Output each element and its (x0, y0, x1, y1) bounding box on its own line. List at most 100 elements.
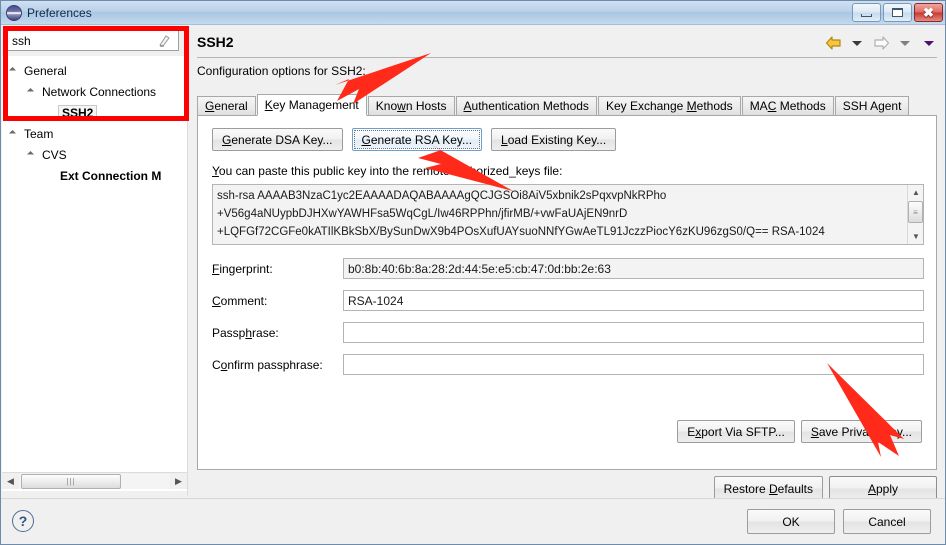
tree-item-ssh2[interactable]: SSH2 (2, 102, 187, 123)
comment-label: Comment: (212, 294, 343, 308)
minimize-button[interactable] (852, 3, 881, 22)
window-title: Preferences (27, 6, 92, 20)
back-arrow-icon (825, 36, 842, 50)
tree-item-general[interactable]: General (2, 60, 187, 81)
tree-item-ext-connection-m[interactable]: Ext Connection M (2, 165, 187, 186)
passphrase-row: Passphrase: (212, 322, 924, 343)
tab-general[interactable]: General (197, 96, 256, 116)
page-subtitle: Configuration options for SSH2: (197, 64, 366, 78)
close-icon: ✖ (923, 6, 934, 19)
back-button[interactable] (823, 34, 843, 52)
save-private-key-button[interactable]: Save Private Key... (801, 420, 922, 443)
navigation-bar (823, 34, 939, 52)
maximize-icon (892, 8, 903, 17)
tree-item-label: Ext Connection M (58, 169, 161, 183)
tree-item-cvs[interactable]: CVS (2, 144, 187, 165)
expand-triangle-icon[interactable] (6, 126, 22, 142)
scroll-down-icon[interactable]: ▼ (908, 229, 924, 244)
paste-key-label: You can paste this public key into the r… (212, 164, 562, 178)
fingerprint-row: Fingerprint: (212, 258, 924, 279)
tree-indent-spacer (42, 105, 58, 121)
tree-item-label: SSH2 (58, 105, 97, 121)
tree-item-label: CVS (40, 148, 67, 162)
preferences-right-panel: SSH2 Configuration optio (189, 26, 945, 496)
key-generation-buttons: Generate DSA Key... Generate RSA Key... … (212, 128, 616, 151)
tab-known-hosts[interactable]: Known Hosts (368, 96, 455, 116)
close-button[interactable]: ✖ (914, 3, 943, 22)
expand-triangle-icon[interactable] (24, 84, 40, 100)
comment-input[interactable] (343, 290, 924, 311)
scroll-right-icon[interactable]: ▶ (170, 473, 187, 489)
comment-row: Comment: (212, 290, 924, 311)
tree-indent-spacer (42, 168, 58, 184)
vscroll-thumb[interactable]: ≡ (908, 201, 923, 223)
filter-box[interactable] (7, 30, 179, 51)
caret-down-icon (900, 41, 910, 46)
minimize-icon (861, 14, 872, 17)
key-action-buttons: Export Via SFTP... Save Private Key... (677, 420, 922, 443)
view-menu-button[interactable] (919, 34, 939, 52)
tab-mac-methods[interactable]: MAC Methods (742, 96, 834, 116)
tab-strip: General Key Management Known Hosts Authenti… (197, 94, 937, 116)
passphrase-input[interactable] (343, 322, 924, 343)
title-bar: Preferences ✖ (1, 1, 945, 25)
preferences-tree[interactable]: GeneralNetwork Connections SSH2 Team CVS Ext… (2, 56, 187, 491)
preferences-dialog: Preferences ✖ GeneralNetwork (0, 0, 946, 545)
tab-label: MAC Methods (750, 99, 826, 113)
confirm-passphrase-input[interactable] (343, 354, 924, 375)
export-via-sftp-button[interactable]: Export Via SFTP... (677, 420, 795, 443)
load-existing-key-button[interactable]: Load Existing Key... (491, 128, 616, 151)
hscroll-thumb[interactable]: ||| (21, 474, 121, 489)
dialog-footer: ? OK Cancel (1, 499, 945, 544)
scroll-left-icon[interactable]: ◀ (2, 473, 19, 489)
tab-label: SSH Agent (843, 99, 902, 113)
public-key-vertical-scrollbar[interactable]: ▲ ≡ ▼ (907, 185, 923, 244)
ok-button[interactable]: OK (747, 509, 835, 534)
tab-key-exchange-methods[interactable]: Key Exchange Methods (598, 96, 741, 116)
tab-label: General (205, 99, 248, 113)
tab-key-management[interactable]: Key Management (257, 94, 367, 116)
preferences-icon (6, 5, 22, 21)
scroll-up-icon[interactable]: ▲ (908, 185, 924, 200)
help-icon[interactable]: ? (12, 510, 34, 532)
public-key-text: ssh-rsa AAAAB3NzaC1yc2EAAAADAQABAAAAgQCJ… (217, 187, 901, 241)
tab-label: Key Management (265, 98, 359, 112)
filter-input[interactable] (10, 32, 156, 49)
back-history-button[interactable] (847, 34, 867, 52)
panel-divider (187, 26, 188, 496)
clear-filter-icon[interactable] (156, 33, 172, 49)
caret-down-icon (852, 41, 862, 46)
tab-authentication-methods[interactable]: Authentication Methods (456, 96, 597, 116)
generate-dsa-label: enerate DSA Key... (231, 133, 332, 147)
dialog-buttons: OK Cancel (747, 509, 931, 534)
tab-label: Authentication Methods (464, 99, 589, 113)
preferences-left-panel: GeneralNetwork Connections SSH2 Team CVS Ext… (2, 26, 188, 496)
hscroll-track[interactable]: ||| (19, 474, 170, 489)
key-management-panel: Generate DSA Key... Generate RSA Key... … (197, 115, 937, 470)
tree-items: GeneralNetwork Connections SSH2 Team CVS Ext… (2, 56, 187, 186)
passphrase-label: Passphrase: (212, 326, 343, 340)
forward-history-button[interactable] (895, 34, 915, 52)
fingerprint-label: Fingerprint: (212, 262, 343, 276)
tree-item-team[interactable]: Team (2, 123, 187, 144)
tab-label: Key Exchange Methods (606, 99, 733, 113)
public-key-textarea[interactable]: ssh-rsa AAAAB3NzaC1yc2EAAAADAQABAAAAgQCJ… (212, 184, 924, 245)
expand-triangle-icon[interactable] (6, 63, 22, 79)
tree-item-network-connections[interactable]: Network Connections (2, 81, 187, 102)
caret-down-purple-icon (924, 41, 934, 46)
fingerprint-input[interactable] (343, 258, 924, 279)
tab-label: Known Hosts (376, 99, 447, 113)
tab-ssh-agent[interactable]: SSH Agent (835, 96, 910, 116)
generate-dsa-key-button[interactable]: Generate DSA Key... (212, 128, 343, 151)
page-title: SSH2 (197, 34, 234, 50)
title-separator (197, 57, 937, 58)
forward-button[interactable] (871, 34, 891, 52)
cancel-button[interactable]: Cancel (843, 509, 931, 534)
tree-horizontal-scrollbar[interactable]: ◀ ||| ▶ (2, 472, 187, 489)
maximize-button[interactable] (883, 3, 912, 22)
forward-arrow-icon (873, 36, 890, 50)
tree-item-label: Team (22, 127, 53, 141)
window-controls: ✖ (852, 3, 943, 22)
generate-rsa-key-button[interactable]: Generate RSA Key... (352, 128, 483, 151)
expand-triangle-icon[interactable] (24, 147, 40, 163)
